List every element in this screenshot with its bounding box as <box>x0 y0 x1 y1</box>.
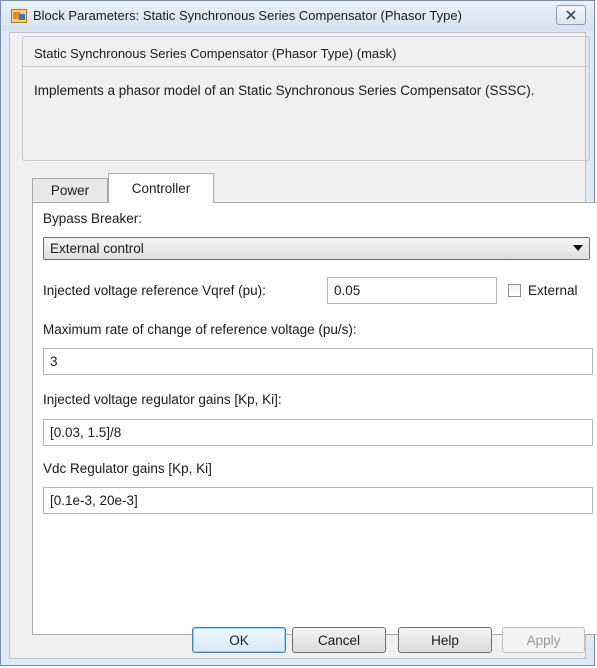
block-parameters-dialog: Block Parameters: Static Synchronous Ser… <box>0 0 597 666</box>
apply-button-label: Apply <box>526 632 561 648</box>
cancel-button-label: Cancel <box>317 632 361 648</box>
external-checkbox[interactable] <box>508 284 521 297</box>
vdc-gains-label: Vdc Regulator gains [Kp, Ki] <box>43 461 212 476</box>
vqref-label: Injected voltage reference Vqref (pu): <box>43 283 266 298</box>
inj-gains-input[interactable] <box>43 419 593 446</box>
bypass-breaker-value: External control <box>50 241 144 256</box>
tab-power-label: Power <box>50 183 90 198</box>
chevron-down-icon <box>573 245 583 251</box>
simulink-block-icon <box>11 9 27 23</box>
ok-button[interactable]: OK <box>192 627 286 653</box>
help-button-label: Help <box>431 632 459 648</box>
ok-button-label: OK <box>229 632 249 648</box>
tab-controller[interactable]: Controller <box>108 173 214 203</box>
tab-controller-label: Controller <box>131 181 191 196</box>
mask-title: Static Synchronous Series Compensator (P… <box>34 46 397 61</box>
title-bar[interactable]: Block Parameters: Static Synchronous Ser… <box>1 1 594 31</box>
tab-power[interactable]: Power <box>32 178 108 202</box>
controller-panel: Bypass Breaker: External control Injecte… <box>32 202 597 635</box>
close-button[interactable] <box>556 5 586 25</box>
window-title: Block Parameters: Static Synchronous Ser… <box>33 8 462 23</box>
vdc-gains-input[interactable] <box>43 487 593 514</box>
max-rate-label: Maximum rate of change of reference volt… <box>43 322 357 337</box>
bypass-breaker-label: Bypass Breaker: <box>43 211 143 226</box>
inj-gains-label: Injected voltage regulator gains [Kp, Ki… <box>43 392 282 407</box>
max-rate-input[interactable] <box>43 348 593 375</box>
apply-button[interactable]: Apply <box>502 627 585 653</box>
external-label: External <box>528 283 578 298</box>
bypass-breaker-select[interactable]: External control <box>43 237 590 260</box>
close-icon <box>566 10 576 20</box>
dialog-body: Static Synchronous Series Compensator (P… <box>9 32 597 659</box>
mask-description: Implements a phasor model of an Static S… <box>34 83 535 98</box>
help-button[interactable]: Help <box>398 627 492 653</box>
mask-divider <box>22 66 590 67</box>
cancel-button[interactable]: Cancel <box>292 627 386 653</box>
vqref-input[interactable] <box>327 277 497 304</box>
